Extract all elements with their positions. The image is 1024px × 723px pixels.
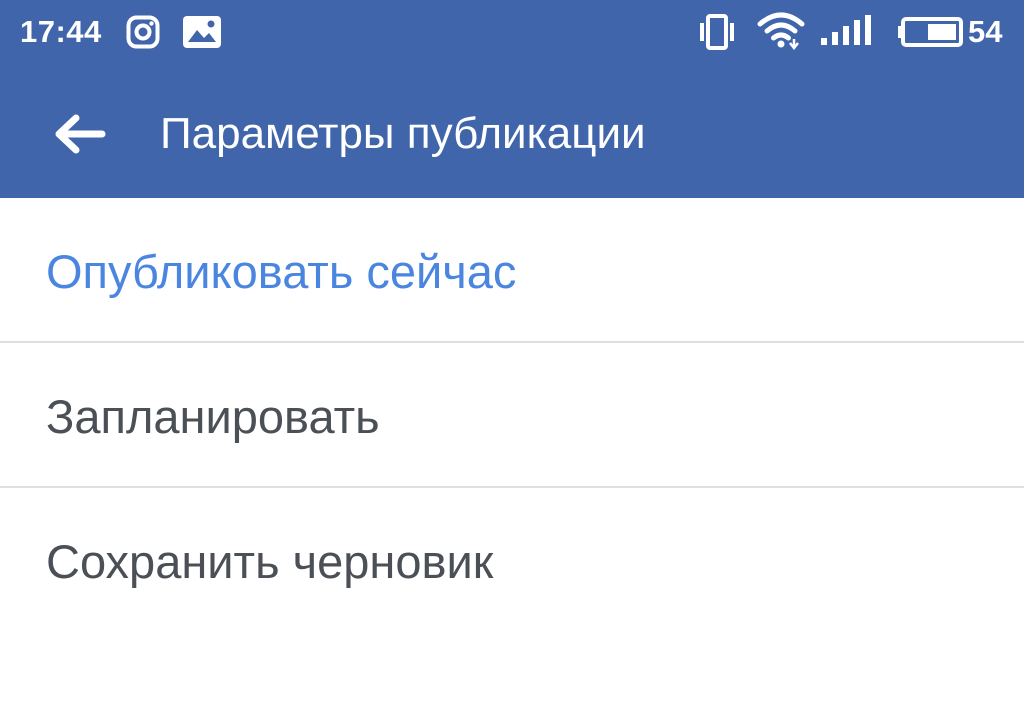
battery-icon (898, 17, 963, 47)
option-label: Запланировать (46, 390, 380, 443)
publish-options-list: Опубликовать сейчас Запланировать Сохран… (0, 198, 1024, 631)
instagram-icon (126, 15, 160, 49)
back-button[interactable] (44, 98, 116, 166)
vibrate-icon (700, 14, 734, 50)
battery-percentage: 54 (968, 14, 1003, 49)
image-icon (183, 16, 221, 48)
option-publish-now[interactable]: Опубликовать сейчас (0, 198, 1024, 343)
option-label: Опубликовать сейчас (46, 245, 517, 298)
toolbar: Параметры публикации (0, 66, 1024, 198)
status-time: 17:44 (20, 14, 102, 49)
status-bar: 17:44 54 (0, 0, 1024, 66)
option-save-draft[interactable]: Сохранить черновик (0, 488, 1024, 631)
publish-options-screen: 17:44 54 Параметры публикации Опубликова… (0, 0, 1024, 723)
option-schedule[interactable]: Запланировать (0, 343, 1024, 488)
app-header: 17:44 54 Параметры публикации (0, 0, 1024, 198)
signal-icon (821, 15, 871, 45)
option-label: Сохранить черновик (46, 535, 494, 588)
page-title: Параметры публикации (160, 109, 646, 158)
arrow-left-icon (55, 114, 106, 154)
wifi-icon (757, 12, 805, 51)
